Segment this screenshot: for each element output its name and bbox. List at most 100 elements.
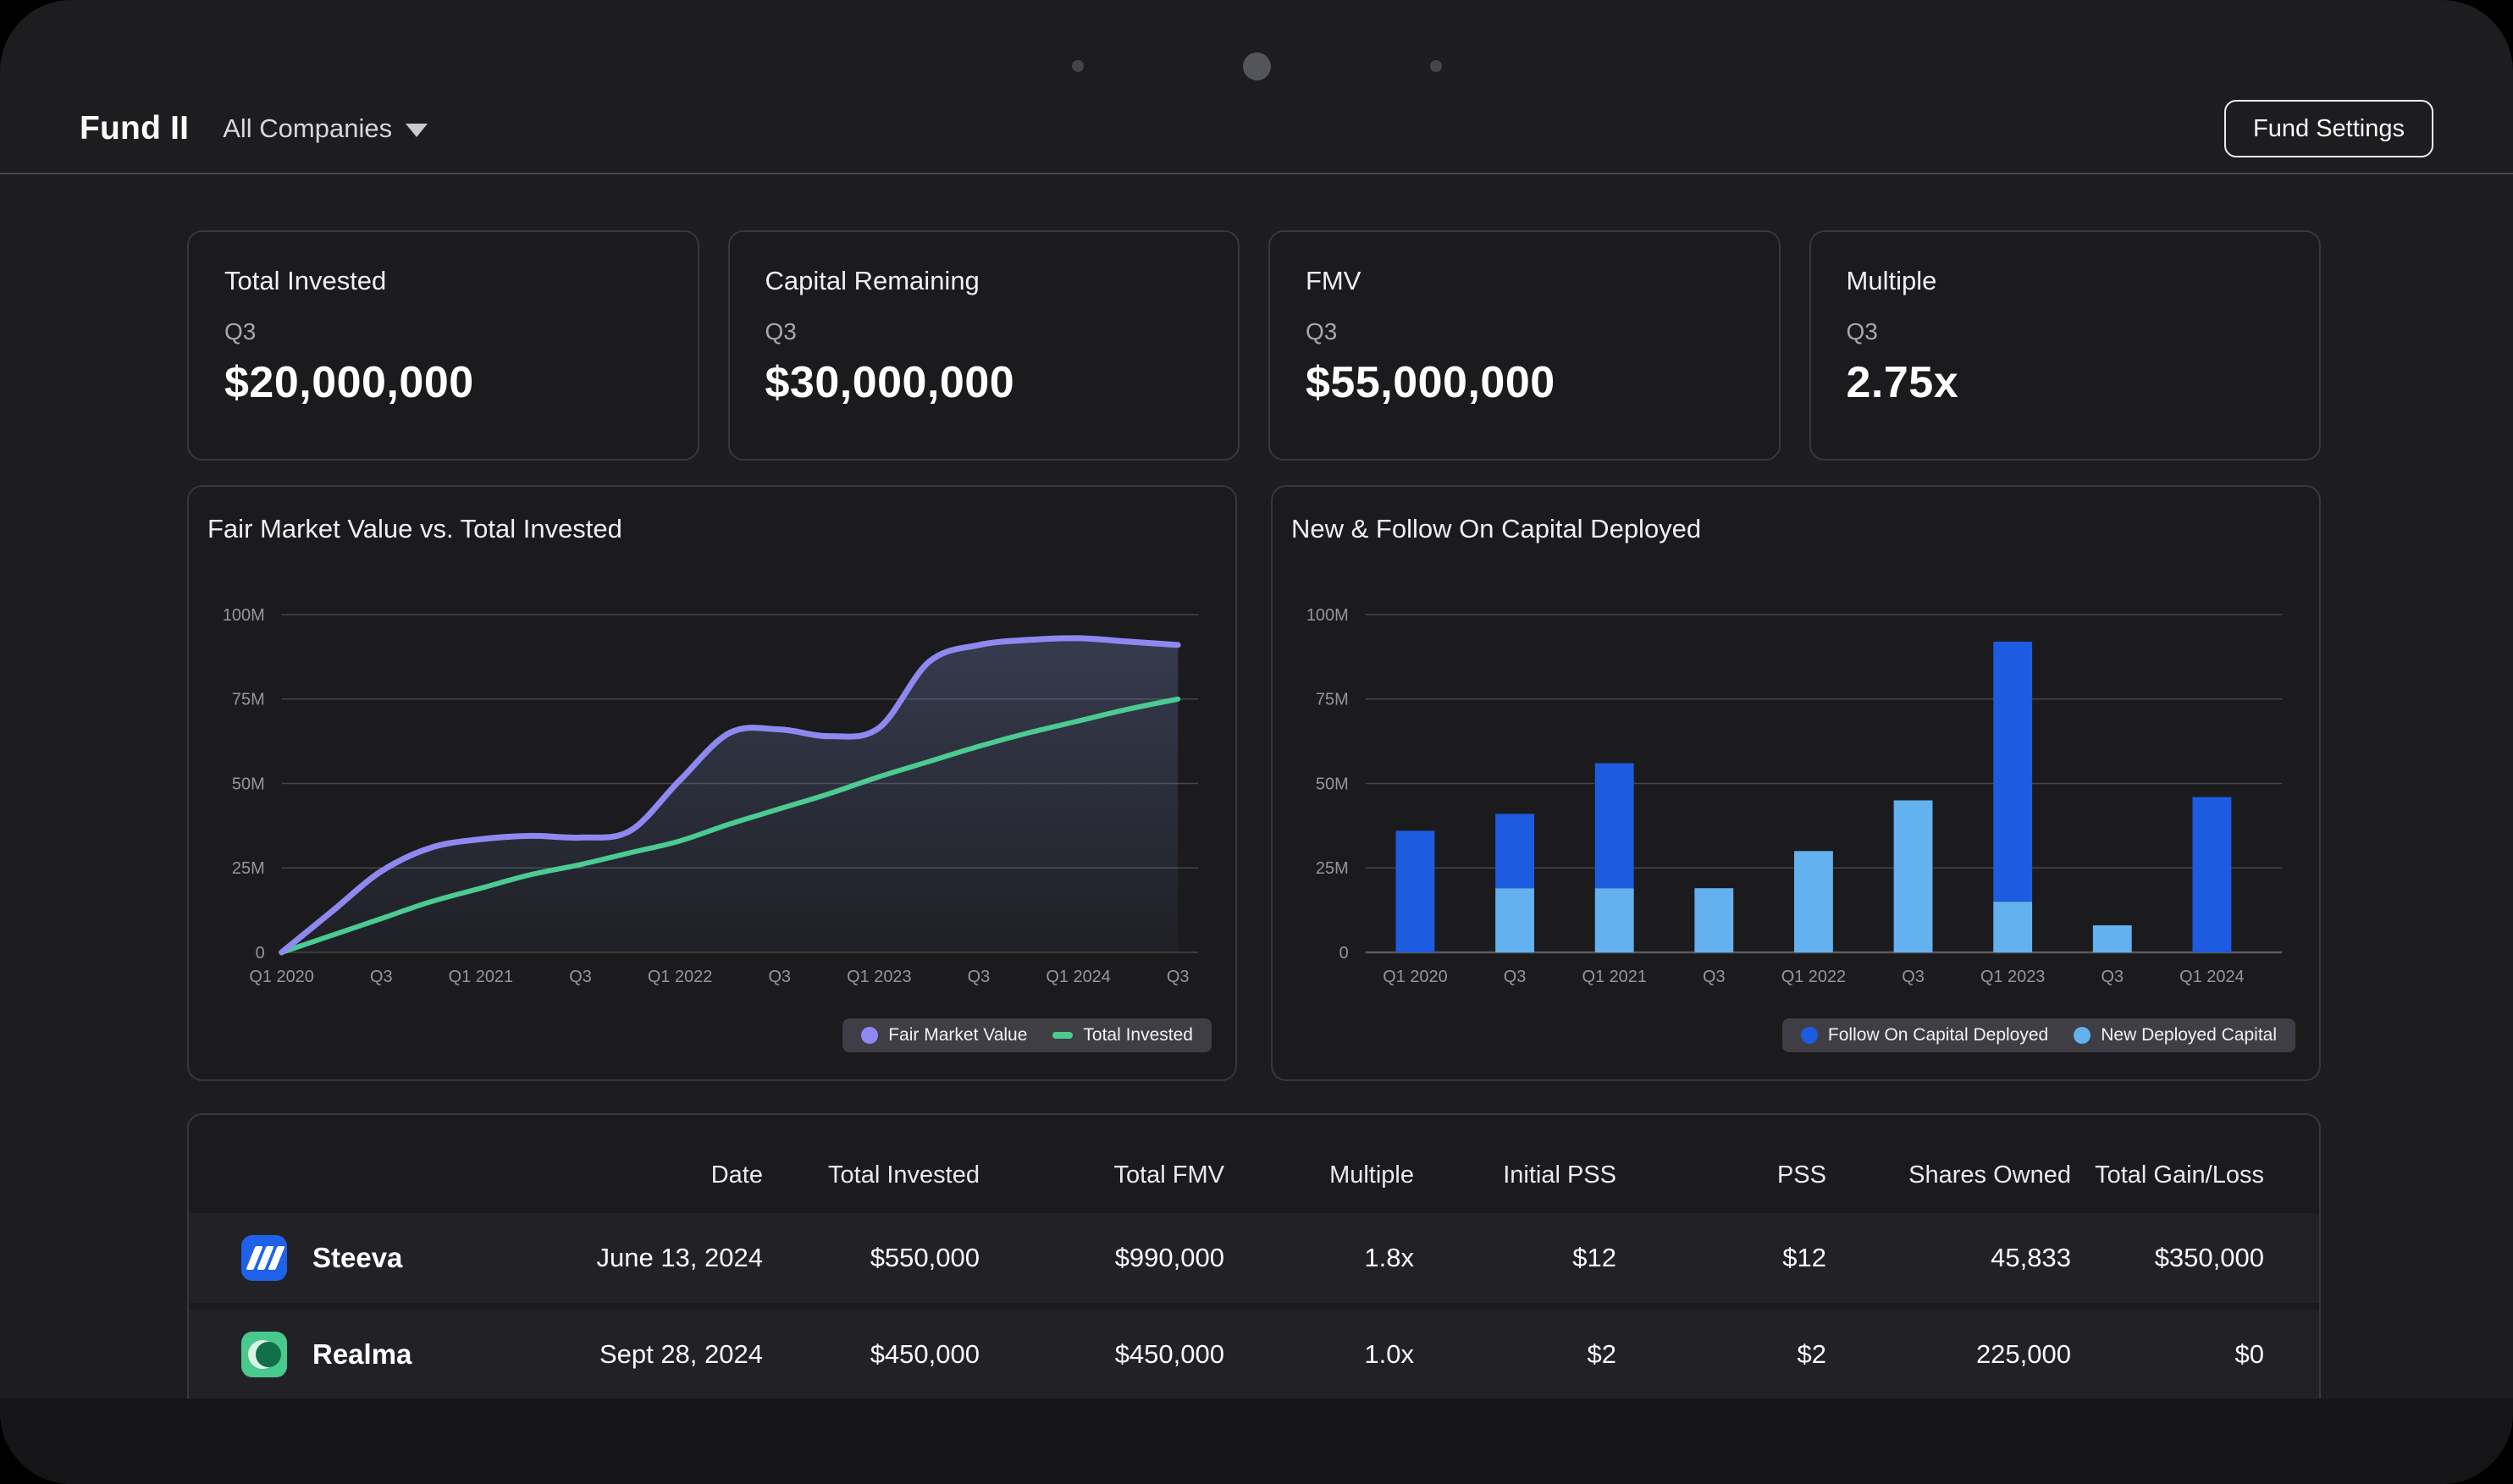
col-total-invested: Total Invested — [763, 1161, 980, 1189]
camera-dot-center-icon — [1243, 52, 1271, 80]
cell-total-fmv: $990,000 — [980, 1243, 1224, 1273]
svg-text:Q3: Q3 — [1902, 968, 1925, 986]
svg-text:Q1 2024: Q1 2024 — [2179, 968, 2244, 986]
stat-label: Multiple — [1847, 266, 2284, 296]
camera-dot-right-icon — [1430, 60, 1442, 72]
cell-shares-owned: 225,000 — [1826, 1339, 2071, 1370]
stat-card-total-invested: Total Invested Q3 $20,000,000 — [187, 230, 699, 461]
svg-text:Q3: Q3 — [1167, 968, 1190, 986]
cell-date: June 13, 2024 — [544, 1243, 763, 1273]
green-dash-icon — [1052, 1032, 1073, 1039]
cell-pss: $12 — [1616, 1243, 1826, 1273]
cell-initial-pss: $2 — [1414, 1339, 1616, 1370]
table-row-steeva[interactable]: Steeva June 13, 2024 $550,000 $990,000 1… — [189, 1213, 2319, 1303]
svg-text:Q1 2022: Q1 2022 — [1781, 968, 1846, 986]
charts-row: Fair Market Value vs. Total Invested 0 25… — [187, 485, 2321, 1081]
steeva-logo-icon — [241, 1235, 287, 1281]
cell-pss: $2 — [1616, 1339, 1826, 1370]
stat-cards-row: Total Invested Q3 $20,000,000 Capital Re… — [187, 230, 2321, 461]
page-title: Fund II — [80, 110, 189, 147]
svg-text:25M: 25M — [1316, 859, 1349, 878]
svg-text:100M: 100M — [223, 606, 265, 625]
portfolio-table: Date Total Invested Total FMV Multiple I… — [187, 1113, 2321, 1437]
cell-total-invested: $450,000 — [763, 1339, 980, 1370]
stat-card-capital-remaining: Capital Remaining Q3 $30,000,000 — [728, 230, 1240, 461]
svg-text:50M: 50M — [232, 775, 265, 793]
chart-title: Fair Market Value vs. Total Invested — [207, 514, 622, 544]
legend-item-total-invested: Total Invested — [1052, 1025, 1193, 1045]
stat-label: Total Invested — [224, 266, 662, 296]
legend-label: Follow On Capital Deployed — [1828, 1025, 2048, 1045]
company-cell: Realma — [189, 1332, 544, 1377]
company-filter-label: All Companies — [223, 113, 392, 144]
svg-text:Q3: Q3 — [968, 968, 991, 986]
col-total-gain-loss: Total Gain/Loss — [2071, 1161, 2264, 1189]
stat-period: Q3 — [1306, 318, 1743, 345]
light-blue-dot-icon — [2074, 1027, 2090, 1044]
cell-total-invested: $550,000 — [763, 1243, 980, 1273]
col-shares-owned: Shares Owned — [1826, 1161, 2071, 1189]
cell-total-gain-loss: $0 — [2071, 1339, 2264, 1370]
legend-label: Total Invested — [1083, 1025, 1193, 1045]
legend-item-follow-on-capital: Follow On Capital Deployed — [1801, 1025, 2048, 1045]
app-header: Fund II All Companies Fund Settings — [0, 85, 2513, 174]
stat-value: $55,000,000 — [1306, 357, 1743, 408]
area-chart: 025M50M75M100MQ1 2020Q3Q1 2021Q3Q1 2022Q… — [189, 554, 1235, 1066]
cell-date: Sept 28, 2024 — [544, 1339, 763, 1370]
cell-multiple: 1.0x — [1224, 1339, 1414, 1370]
stat-period: Q3 — [1847, 318, 2284, 345]
svg-text:Q3: Q3 — [1703, 968, 1726, 986]
company-cell: Steeva — [189, 1235, 544, 1281]
svg-text:100M: 100M — [1306, 606, 1349, 625]
svg-text:Q1 2024: Q1 2024 — [1046, 968, 1110, 986]
svg-text:Q3: Q3 — [2101, 968, 2124, 986]
stat-value: $20,000,000 — [224, 357, 662, 408]
stat-label: FMV — [1306, 266, 1743, 296]
svg-text:Q3: Q3 — [768, 968, 791, 986]
svg-text:25M: 25M — [232, 859, 265, 878]
col-initial-pss: Initial PSS — [1414, 1161, 1616, 1189]
device-frame: Fund II All Companies Fund Settings Tota… — [0, 0, 2513, 1484]
company-name: Realma — [312, 1338, 411, 1371]
main-content: Total Invested Q3 $20,000,000 Capital Re… — [0, 176, 2513, 1437]
svg-text:75M: 75M — [1316, 691, 1349, 709]
col-multiple: Multiple — [1224, 1161, 1414, 1189]
purple-dot-icon — [861, 1027, 878, 1044]
stat-period: Q3 — [765, 318, 1203, 345]
svg-text:Q1 2021: Q1 2021 — [1582, 968, 1646, 986]
area-chart-legend: Fair Market Value Total Invested — [842, 1018, 1212, 1052]
bar-chart-legend: Follow On Capital Deployed New Deployed … — [1782, 1018, 2295, 1052]
stat-value: $30,000,000 — [765, 357, 1203, 408]
stat-value: 2.75x — [1847, 357, 2284, 408]
fund-settings-button[interactable]: Fund Settings — [2224, 100, 2433, 157]
bottom-bezel — [0, 1398, 2513, 1484]
svg-text:Q1 2020: Q1 2020 — [1383, 968, 1447, 986]
cell-initial-pss: $12 — [1414, 1243, 1616, 1273]
cell-total-gain-loss: $350,000 — [2071, 1243, 2264, 1273]
table-row-realma[interactable]: Realma Sept 28, 2024 $450,000 $450,000 1… — [189, 1310, 2319, 1399]
svg-text:Q3: Q3 — [370, 968, 393, 986]
col-total-fmv: Total FMV — [980, 1161, 1224, 1189]
dark-blue-dot-icon — [1801, 1027, 1818, 1044]
cell-multiple: 1.8x — [1224, 1243, 1414, 1273]
svg-text:Q3: Q3 — [569, 968, 592, 986]
svg-text:50M: 50M — [1316, 775, 1349, 793]
cell-total-fmv: $450,000 — [980, 1339, 1224, 1370]
svg-text:Q1 2023: Q1 2023 — [847, 968, 911, 986]
svg-text:Q1 2022: Q1 2022 — [648, 968, 712, 986]
table-header-row: Date Total Invested Total FMV Multiple I… — [189, 1115, 2319, 1213]
chevron-down-icon — [406, 124, 428, 137]
svg-text:75M: 75M — [232, 691, 265, 709]
company-filter-dropdown[interactable]: All Companies — [223, 113, 428, 144]
svg-text:0: 0 — [256, 944, 265, 963]
col-date: Date — [544, 1161, 763, 1189]
capital-deployed-chart-card: New & Follow On Capital Deployed 025M50M… — [1271, 485, 2321, 1081]
legend-item-fair-market-value: Fair Market Value — [861, 1025, 1027, 1045]
camera-dot-left-icon — [1072, 60, 1084, 72]
col-pss: PSS — [1616, 1161, 1826, 1189]
stat-card-multiple: Multiple Q3 2.75x — [1809, 230, 2322, 461]
fmv-vs-invested-chart-card: Fair Market Value vs. Total Invested 0 25… — [187, 485, 1237, 1081]
company-name: Steeva — [312, 1242, 402, 1274]
chart-title: New & Follow On Capital Deployed — [1291, 514, 1701, 544]
legend-label: Fair Market Value — [888, 1025, 1027, 1045]
